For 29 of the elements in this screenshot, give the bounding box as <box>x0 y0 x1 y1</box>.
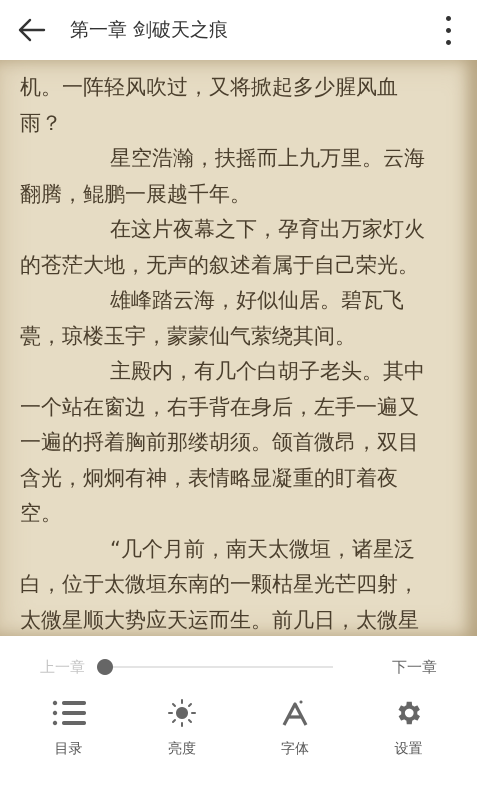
slider-thumb[interactable] <box>97 659 113 676</box>
text-line: 含光，炯炯有神，表情略显凝重的盯着夜 <box>20 464 398 492</box>
text-line: 一个站在窗边，右手背在身后，左手一遍又 <box>20 394 419 420</box>
text-line: 雨？ <box>20 110 62 136</box>
text-line: 一遍的捋着胸前那缕胡须。颌首微昂，双目 <box>20 429 419 456</box>
text-line: 白，位于太微垣东南的一颗枯星光芒四射， <box>20 571 419 598</box>
text-line: “几个月前，南天太微垣，诸星泛 <box>110 536 415 562</box>
text-line: 太微星顺大势应天运而生。前几日，太微星 <box>20 606 419 634</box>
sun-icon <box>168 698 196 726</box>
text-line: 甍，琼楼玉宇，蒙蒙仙气萦绕其间。 <box>20 322 356 350</box>
next-chapter-link[interactable]: 下一章 <box>392 656 437 678</box>
toolbar-button[interactable]: 设置 <box>352 696 465 760</box>
toolbar-button[interactable]: 亮度 <box>125 696 238 760</box>
toolbar-button[interactable]: 字体 <box>238 696 352 760</box>
more-menu-icon[interactable] <box>446 16 451 44</box>
chapter-title: 第一章 剑破天之痕 <box>70 18 228 43</box>
letter-a-icon <box>282 700 308 726</box>
back-arrow-icon[interactable] <box>18 18 46 42</box>
text-line: 主殿内，有几个白胡子老头。其中 <box>110 358 425 385</box>
toolbar-button[interactable]: 目录 <box>12 696 126 760</box>
text-line: 在这片夜幕之下，孕育出万家灯火 <box>110 216 425 243</box>
chapter-slider[interactable] <box>97 659 333 676</box>
text-line: 雄峰踏云海，好似仙居。碧瓦飞 <box>110 287 404 314</box>
text-line: 星空浩瀚，扶摇而上九万里。云海 <box>110 145 425 172</box>
text-line: 机。一阵轻风吹过，又将掀起多少腥风血 <box>20 74 398 101</box>
text-line: 翻腾，鲲鹏一展越千年。 <box>20 180 251 208</box>
list-icon <box>52 700 86 726</box>
text-line: 的苍茫大地，无声的叙述着属于自己荣光。 <box>20 252 419 278</box>
text-line: 空。 <box>20 500 62 527</box>
